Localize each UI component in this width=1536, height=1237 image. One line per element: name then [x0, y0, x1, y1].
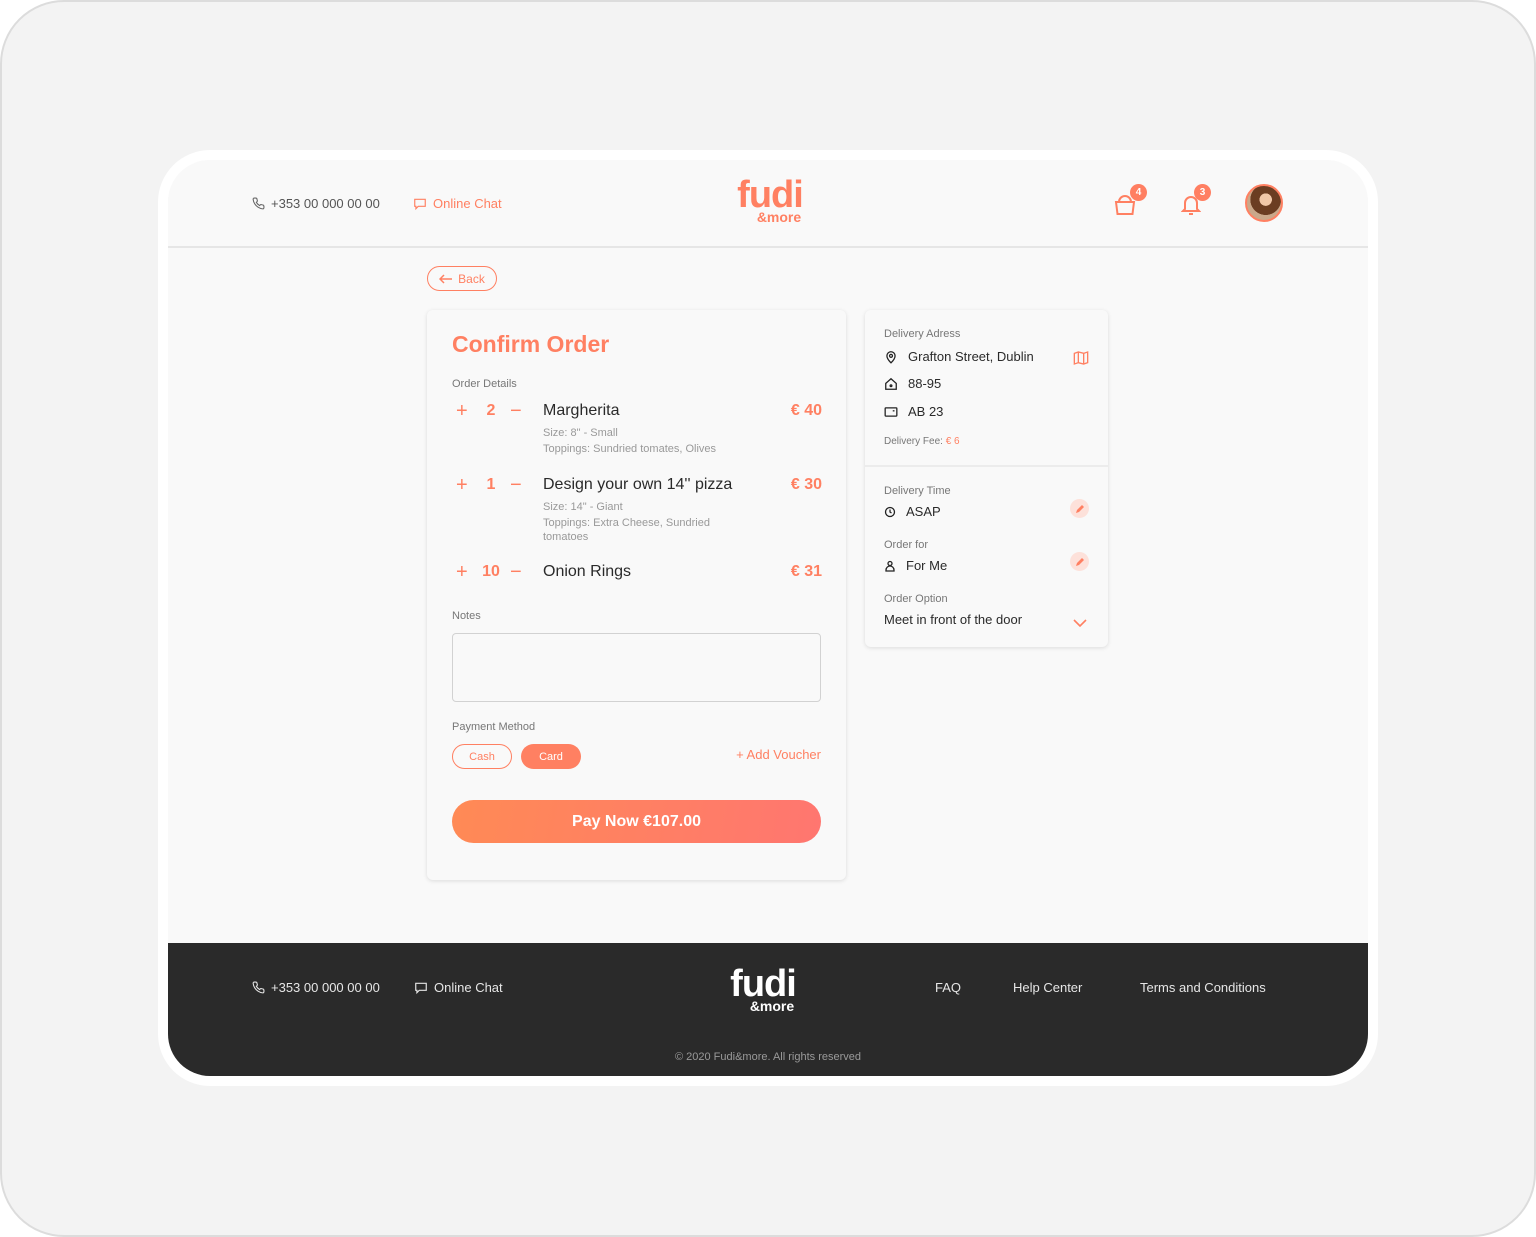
back-button[interactable]: Back	[427, 266, 497, 291]
footer-phone[interactable]: +353 00 000 00 00	[252, 980, 380, 995]
decrease-quantity-button[interactable]: −	[510, 561, 522, 584]
footer-brand-logo[interactable]: fudi &more	[723, 965, 803, 1013]
delivery-fee-label: Delivery Fee:	[884, 436, 943, 447]
item-size: Size: 8" - Small	[543, 427, 618, 439]
phone-icon	[252, 197, 265, 210]
footer-phone-number: +353 00 000 00 00	[271, 980, 380, 995]
user-avatar[interactable]	[1245, 184, 1283, 222]
footer-online-chat-link[interactable]: Online Chat	[414, 980, 503, 995]
top-header: +353 00 000 00 00 Online Chat fudi &more…	[168, 160, 1368, 248]
order-option-dropdown-toggle[interactable]	[1073, 614, 1087, 632]
delivery-time-label: Delivery Time	[884, 485, 951, 497]
item-toppings: Toppings: Sundried tomates, Olives	[543, 443, 717, 455]
location-pin-icon	[886, 350, 896, 364]
confirm-order-card: Confirm Order Order Details + 2 − Marghe…	[427, 310, 846, 880]
header-phone-number: +353 00 000 00 00	[271, 196, 380, 211]
person-icon	[885, 560, 895, 572]
item-name: Design your own 14'' pizza	[543, 476, 733, 493]
address-street: Grafton Street, Dublin	[908, 349, 1034, 364]
delivery-fee-value: € 6	[945, 436, 960, 447]
footer: +353 00 000 00 00 Online Chat fudi &more…	[168, 943, 1368, 1076]
increase-quantity-button[interactable]: +	[456, 400, 468, 423]
header-online-chat-link[interactable]: Online Chat	[413, 196, 502, 211]
delivery-fee: Delivery Fee: € 6	[884, 436, 960, 447]
pencil-icon	[1075, 557, 1084, 566]
header-phone[interactable]: +353 00 000 00 00	[252, 196, 380, 211]
footer-link-terms[interactable]: Terms and Conditions	[1140, 980, 1266, 995]
address-house-number: 88-95	[908, 376, 942, 391]
chevron-down-icon	[1073, 619, 1087, 628]
item-price: € 30	[790, 476, 822, 493]
edit-order-for-button[interactable]	[1070, 552, 1089, 571]
app-screen: +353 00 000 00 00 Online Chat fudi &more…	[168, 160, 1368, 1076]
delivery-info-card: Delivery Adress Grafton Street, Dublin 8…	[865, 310, 1108, 647]
edit-delivery-time-button[interactable]	[1070, 499, 1089, 518]
delivery-time-value: ASAP	[906, 504, 941, 519]
item-toppings: Toppings: Extra Cheese, Sundried tomatoe…	[543, 517, 710, 543]
item-price: € 40	[790, 402, 822, 419]
house-icon	[885, 377, 897, 390]
delivery-time-row: ASAP	[884, 504, 941, 519]
item-price: € 31	[790, 563, 822, 580]
section-divider	[865, 465, 1108, 467]
brand-logo[interactable]: fudi &more	[730, 176, 810, 224]
copyright-text: © 2020 Fudi&more. All rights reserved	[674, 1051, 862, 1063]
increase-quantity-button[interactable]: +	[456, 474, 468, 497]
pencil-icon	[1075, 504, 1084, 513]
mailbox-icon	[884, 406, 898, 417]
page-title: Confirm Order	[452, 331, 610, 357]
notifications-count-badge: 3	[1194, 184, 1211, 201]
footer-chat-label: Online Chat	[434, 980, 503, 995]
order-for-row: For Me	[884, 558, 947, 573]
item-quantity: 10	[482, 563, 500, 580]
footer-link-faq[interactable]: FAQ	[935, 980, 961, 995]
delivery-address-label: Delivery Adress	[884, 328, 961, 340]
device-bezel: +353 00 000 00 00 Online Chat fudi &more…	[158, 150, 1378, 1086]
order-option-label: Order Option	[884, 593, 948, 605]
cart-button[interactable]: 4	[1113, 184, 1147, 221]
item-quantity: 1	[486, 476, 496, 493]
payment-card-button[interactable]: Card	[521, 744, 581, 769]
pay-now-button[interactable]: Pay Now €107.00	[452, 800, 821, 843]
add-voucher-link[interactable]: + Add Voucher	[736, 747, 821, 762]
payment-cash-button[interactable]: Cash	[452, 744, 512, 769]
item-name: Margherita	[543, 402, 620, 419]
payment-method-label: Payment Method	[452, 721, 536, 733]
cart-count-badge: 4	[1130, 184, 1147, 201]
item-quantity: 2	[486, 402, 496, 419]
footer-logo-text-sub: &more	[749, 998, 795, 1014]
order-for-label: Order for	[884, 539, 929, 551]
address-house-row: 88-95	[884, 376, 941, 391]
address-postcode: AB 23	[908, 404, 944, 419]
notifications-button[interactable]: 3	[1180, 184, 1211, 221]
phone-icon	[252, 981, 265, 994]
order-details-label: Order Details	[452, 378, 517, 390]
order-for-value: For Me	[906, 558, 948, 573]
order-option-select[interactable]: Meet in front of the door	[884, 612, 1022, 627]
chat-bubble-icon	[415, 982, 427, 994]
address-postcode-row: AB 23	[884, 404, 943, 419]
map-icon	[1073, 351, 1089, 365]
chat-bubble-icon	[414, 198, 426, 210]
logo-text-sub: &more	[756, 209, 802, 225]
notes-input[interactable]	[452, 633, 821, 702]
arrow-left-icon	[439, 273, 453, 284]
order-option-value: Meet in front of the door	[884, 612, 1023, 627]
notes-label: Notes	[452, 610, 481, 622]
item-size: Size: 14" - Giant	[543, 501, 623, 513]
item-name: Onion Rings	[543, 563, 632, 580]
decrease-quantity-button[interactable]: −	[510, 400, 522, 423]
decrease-quantity-button[interactable]: −	[510, 474, 522, 497]
address-street-row: Grafton Street, Dublin	[884, 349, 1034, 364]
header-chat-label: Online Chat	[433, 196, 502, 211]
increase-quantity-button[interactable]: +	[456, 561, 468, 584]
map-button[interactable]	[1073, 350, 1089, 371]
back-label: Back	[458, 271, 485, 286]
clock-icon	[884, 506, 896, 517]
footer-link-help-center[interactable]: Help Center	[1013, 980, 1082, 995]
